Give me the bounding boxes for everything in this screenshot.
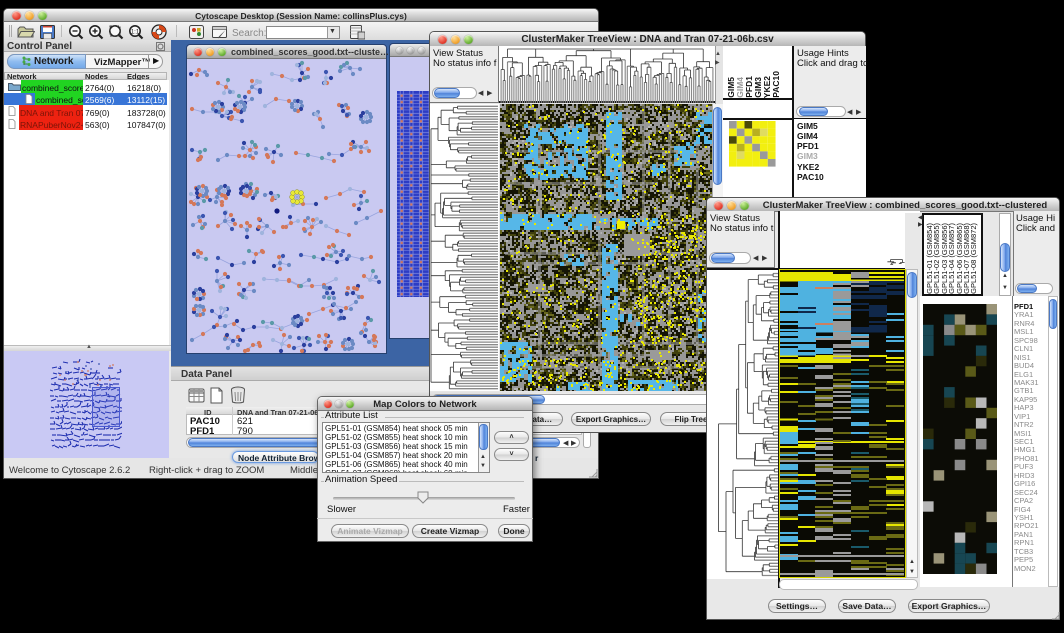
svg-text:1:1: 1:1: [131, 30, 140, 36]
